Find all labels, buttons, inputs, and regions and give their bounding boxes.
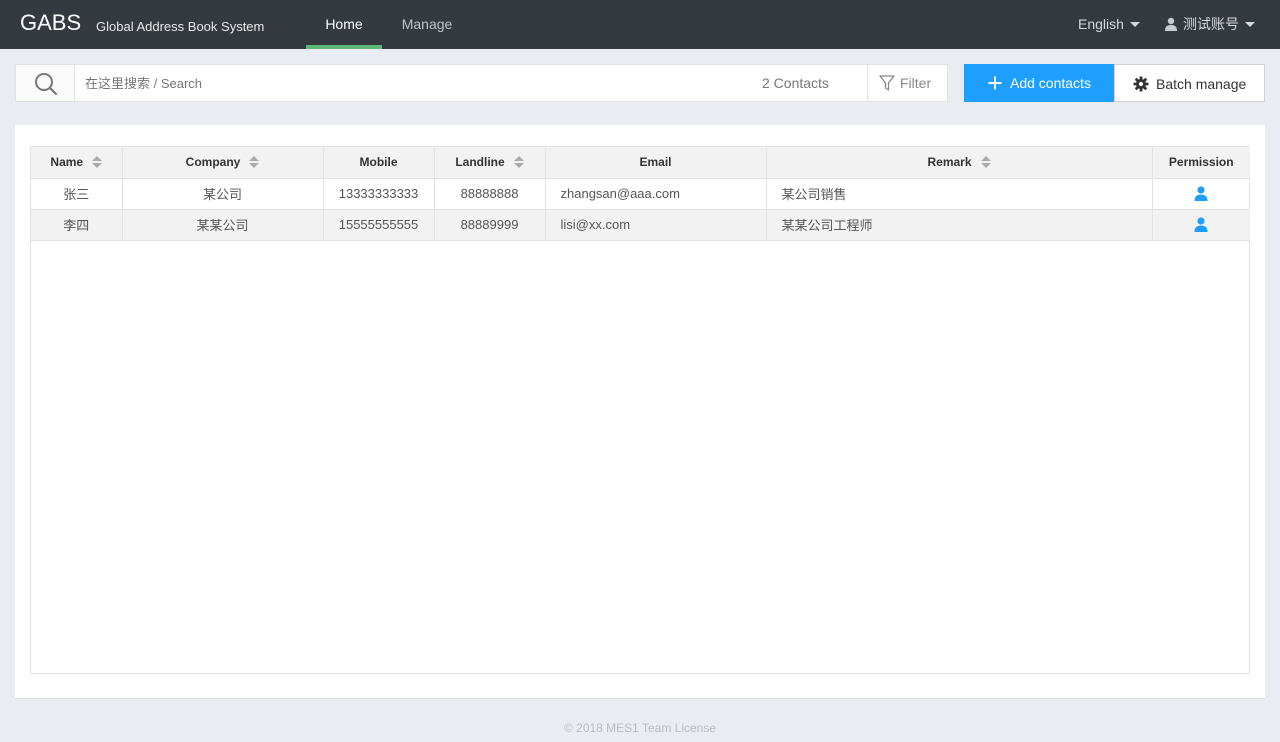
language-label: English [1078, 16, 1124, 32]
add-contacts-label: Add contacts [1010, 75, 1091, 91]
sort-icon[interactable] [249, 156, 260, 169]
brand-subtitle: Global Address Book System [96, 19, 265, 34]
cell-remark: 某某公司工程师 [766, 209, 1153, 241]
cell-email: lisi@xx.com [545, 209, 767, 241]
contacts-table-container: Name Company Mobile Landline Email Remar… [30, 146, 1250, 674]
nav-home[interactable]: Home [306, 0, 382, 49]
user-icon[interactable] [1194, 185, 1208, 201]
cell-mobile: 15555555555 [323, 209, 435, 241]
column-header-name[interactable]: Name [31, 147, 123, 179]
cell-landline: 88888888 [434, 178, 546, 210]
cell-company: 某某公司 [122, 209, 324, 241]
search-button[interactable] [16, 65, 75, 101]
gear-icon [1133, 76, 1149, 92]
filter-button[interactable]: Filter [867, 65, 948, 101]
sort-icon[interactable] [980, 156, 991, 169]
table-row[interactable]: 李四 某某公司 15555555555 88889999 lisi@xx.com… [31, 209, 1250, 241]
column-header-remark[interactable]: Remark [766, 147, 1153, 179]
cell-landline: 88889999 [434, 209, 546, 241]
column-header-mobile: Mobile [323, 147, 435, 179]
cell-name: 张三 [31, 178, 123, 210]
search-input[interactable] [76, 65, 736, 101]
cell-permission [1152, 209, 1250, 241]
column-header-email: Email [545, 147, 767, 179]
footer-copyright: © 2018 MES1 Team License [563, 721, 717, 735]
add-contacts-button[interactable]: Add contacts [964, 64, 1114, 102]
cell-remark: 某公司销售 [766, 178, 1153, 210]
cell-permission [1152, 178, 1250, 210]
column-header-permission: Permission [1152, 147, 1250, 179]
cell-company: 某公司 [122, 178, 324, 210]
batch-manage-label: Batch manage [1156, 76, 1247, 92]
column-header-company[interactable]: Company [122, 147, 324, 179]
contacts-table: Name Company Mobile Landline Email Remar… [31, 147, 1250, 241]
table-header-row: Name Company Mobile Landline Email Remar… [31, 147, 1250, 179]
filter-icon [879, 75, 895, 91]
language-selector[interactable]: English [1078, 0, 1140, 49]
plus-icon [988, 76, 1002, 90]
top-navbar: GABS Global Address Book System Home Man… [0, 0, 1280, 49]
nav-manage[interactable]: Manage [390, 0, 464, 49]
cell-email: zhangsan@aaa.com [545, 178, 767, 210]
sort-icon[interactable] [513, 156, 524, 169]
sort-icon[interactable] [92, 156, 103, 169]
user-icon[interactable] [1194, 216, 1208, 232]
search-icon [35, 73, 58, 96]
batch-manage-button[interactable]: Batch manage [1114, 64, 1265, 102]
filter-label: Filter [900, 75, 932, 91]
search-bar: 2 Contacts Filter [15, 64, 948, 102]
chevron-down-icon [1245, 21, 1255, 27]
cell-mobile: 13333333333 [323, 178, 435, 210]
user-icon [1165, 17, 1177, 31]
chevron-down-icon [1129, 21, 1140, 27]
brand-logo[interactable]: GABS [20, 10, 81, 36]
table-row[interactable]: 张三 某公司 13333333333 88888888 zhangsan@aaa… [31, 178, 1250, 210]
column-header-landline[interactable]: Landline [434, 147, 546, 179]
cell-name: 李四 [31, 209, 123, 241]
user-menu[interactable]: 测试账号 [1164, 0, 1255, 49]
contacts-panel: Name Company Mobile Landline Email Remar… [15, 125, 1265, 699]
user-name: 测试账号 [1183, 16, 1239, 32]
contacts-count: 2 Contacts [762, 75, 829, 91]
